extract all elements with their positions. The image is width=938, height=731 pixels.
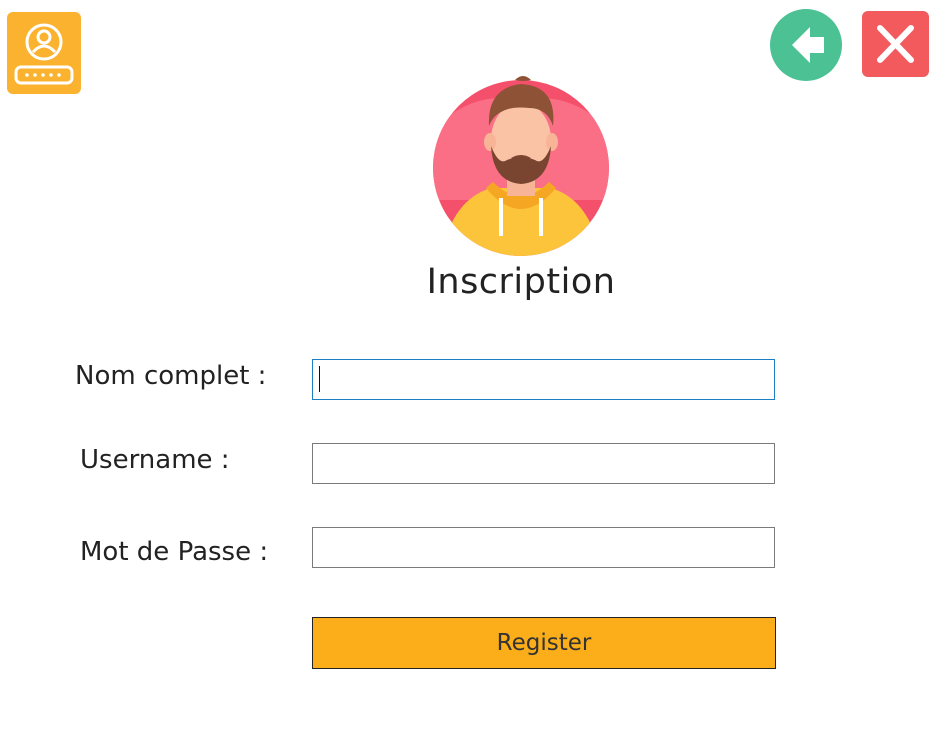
close-button[interactable] <box>862 11 929 77</box>
password-input[interactable] <box>312 527 775 568</box>
close-icon <box>862 11 929 77</box>
full-name-input[interactable] <box>312 359 775 400</box>
user-login-icon <box>7 12 81 94</box>
avatar <box>431 70 611 258</box>
arrow-left-icon <box>770 9 842 81</box>
back-button[interactable] <box>770 9 842 81</box>
text-cursor <box>319 366 320 392</box>
password-label: Mot de Passe : <box>80 537 269 567</box>
username-input[interactable] <box>312 443 775 484</box>
full-name-label: Nom complet : <box>75 361 267 391</box>
username-label: Username : <box>80 445 230 475</box>
page-title: Inscription <box>426 262 616 302</box>
bearded-man-avatar <box>433 76 609 256</box>
register-button[interactable]: Register <box>312 617 776 669</box>
